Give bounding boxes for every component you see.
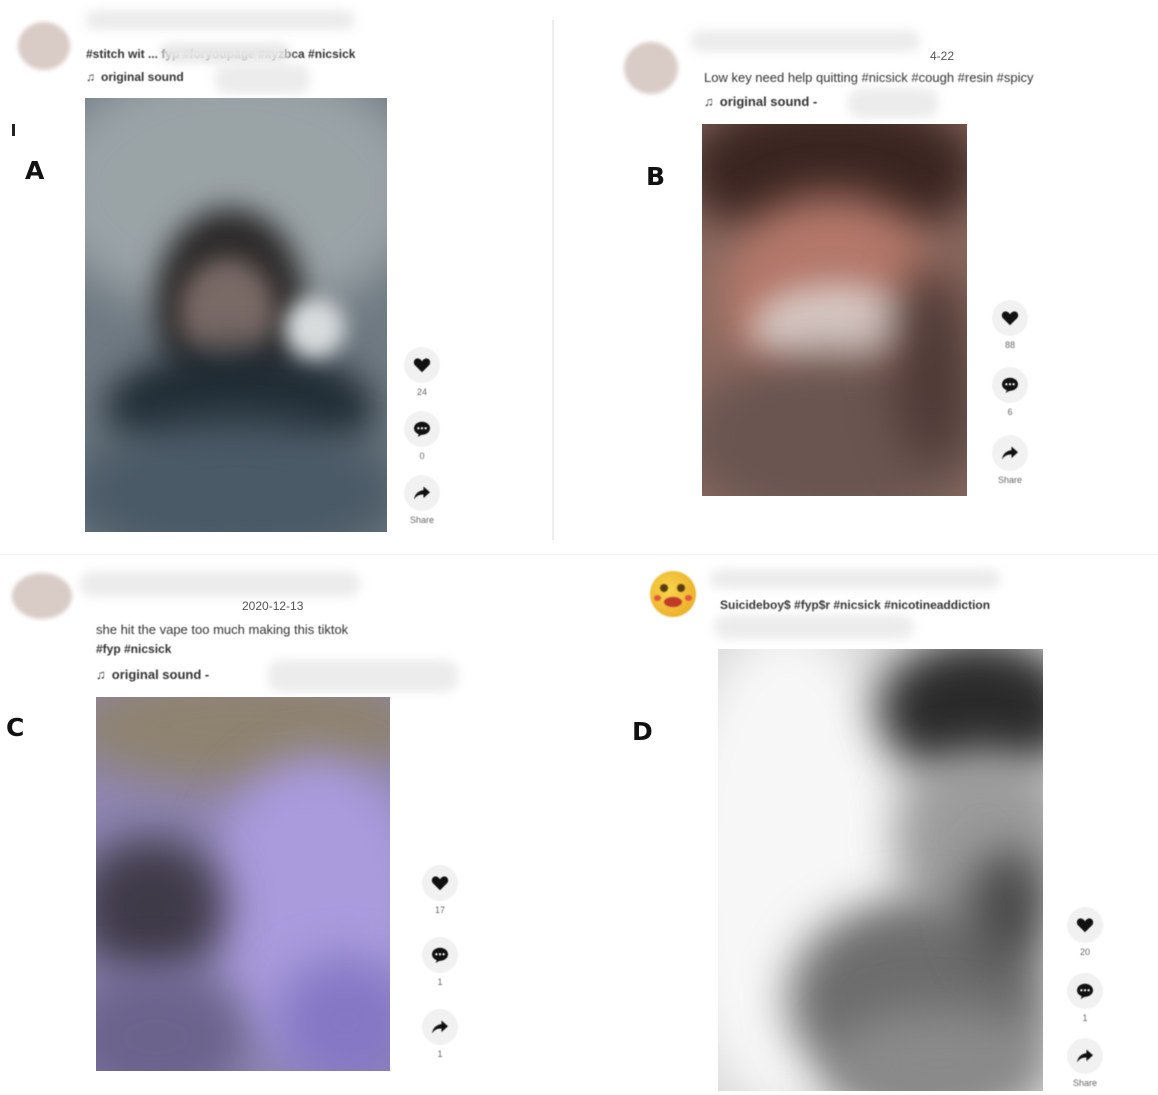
panel-letter: A xyxy=(25,156,45,185)
like-action[interactable]: 88 xyxy=(990,300,1030,352)
like-count: 17 xyxy=(434,905,445,915)
avatar[interactable] xyxy=(650,571,696,617)
panel-a: #stitch wit ... fyp #foryoupage #xyzbca … xyxy=(0,0,552,545)
sound-link[interactable]: ♫ original sound xyxy=(86,70,184,84)
heart-icon xyxy=(431,876,449,891)
panel-b: 4-22 Low key need help quitting #nicsick… xyxy=(580,0,1158,545)
post-date: 2020-12-13 xyxy=(242,599,304,613)
comment-count: 1 xyxy=(1082,1013,1088,1023)
post-caption-line2: #fyp #nicsick xyxy=(96,642,172,656)
music-note-icon: ♫ xyxy=(704,94,714,109)
post-caption-line1: she hit the vape too much making this ti… xyxy=(96,622,349,637)
sound-redacted xyxy=(714,615,914,639)
comment-icon xyxy=(432,947,448,963)
sound-link[interactable]: ♫ original sound - xyxy=(96,667,209,682)
like-action[interactable]: 17 xyxy=(420,865,460,917)
sound-author-redacted xyxy=(848,88,938,118)
like-count: 88 xyxy=(1004,340,1015,350)
heart-icon xyxy=(1001,311,1019,326)
comment-count: 6 xyxy=(1007,407,1013,417)
like-count: 20 xyxy=(1079,947,1090,957)
share-label: Share xyxy=(997,475,1023,485)
sound-author-redacted xyxy=(268,660,458,692)
share-count: 1 xyxy=(437,1049,443,1059)
sound-label: original sound xyxy=(101,70,184,84)
like-action[interactable]: 20 xyxy=(1065,907,1105,959)
comment-action[interactable]: 6 xyxy=(990,367,1030,419)
video-thumbnail[interactable] xyxy=(702,124,967,496)
share-arrow-icon xyxy=(1002,446,1018,460)
post-date: 4-22 xyxy=(930,49,955,63)
panel-letter: C xyxy=(6,713,25,742)
sound-label: original sound - xyxy=(111,667,210,682)
panel-c: 2020-12-13 she hit the vape too much mak… xyxy=(0,555,552,1095)
share-action[interactable]: Share xyxy=(1065,1038,1105,1090)
caption-redaction xyxy=(160,43,290,63)
comment-action[interactable]: 1 xyxy=(1065,973,1105,1025)
post-caption: Low key need help quitting #nicsick #cou… xyxy=(704,70,1034,85)
share-arrow-icon xyxy=(414,486,430,500)
sound-label: original sound - xyxy=(719,94,818,109)
avatar[interactable] xyxy=(624,42,678,94)
comment-count: 0 xyxy=(419,451,425,461)
post-caption: Suicideboy$ #fyp$r #nicsick #nicotineadd… xyxy=(720,598,991,612)
comment-action[interactable]: 0 xyxy=(402,411,442,463)
comment-icon xyxy=(1077,983,1093,999)
share-action[interactable]: Share xyxy=(990,435,1030,487)
share-arrow-icon xyxy=(432,1020,448,1034)
username-redacted xyxy=(710,569,1000,589)
comment-icon xyxy=(414,421,430,437)
vertical-divider xyxy=(552,20,554,540)
username-redacted xyxy=(690,30,920,52)
left-edge-mark xyxy=(12,124,15,136)
username-redacted xyxy=(85,10,355,30)
avatar[interactable] xyxy=(12,573,72,619)
share-action[interactable]: 1 xyxy=(420,1009,460,1061)
username-redacted xyxy=(80,571,360,597)
share-label: Share xyxy=(409,515,435,525)
share-label: Share xyxy=(1072,1078,1098,1088)
video-thumbnail[interactable] xyxy=(85,98,387,532)
sound-link[interactable]: ♫ original sound - xyxy=(704,94,817,109)
video-thumbnail[interactable] xyxy=(96,697,390,1071)
comment-action[interactable]: 1 xyxy=(420,937,460,989)
panel-d: Suicideboy$ #fyp$r #nicsick #nicotineadd… xyxy=(580,555,1158,1095)
share-arrow-icon xyxy=(1077,1049,1093,1063)
panel-letter: B xyxy=(646,162,666,191)
comment-icon xyxy=(1002,377,1018,393)
sound-author-redacted xyxy=(215,64,310,94)
music-note-icon: ♫ xyxy=(86,70,95,84)
video-thumbnail[interactable] xyxy=(718,649,1043,1091)
share-action[interactable]: Share xyxy=(402,475,442,527)
heart-icon xyxy=(1076,918,1094,933)
music-note-icon: ♫ xyxy=(96,667,106,682)
like-count: 24 xyxy=(416,387,427,397)
heart-icon xyxy=(413,358,431,373)
panel-letter: D xyxy=(632,717,653,746)
like-action[interactable]: 24 xyxy=(402,347,442,399)
avatar[interactable] xyxy=(18,22,70,70)
comment-count: 1 xyxy=(437,977,443,987)
